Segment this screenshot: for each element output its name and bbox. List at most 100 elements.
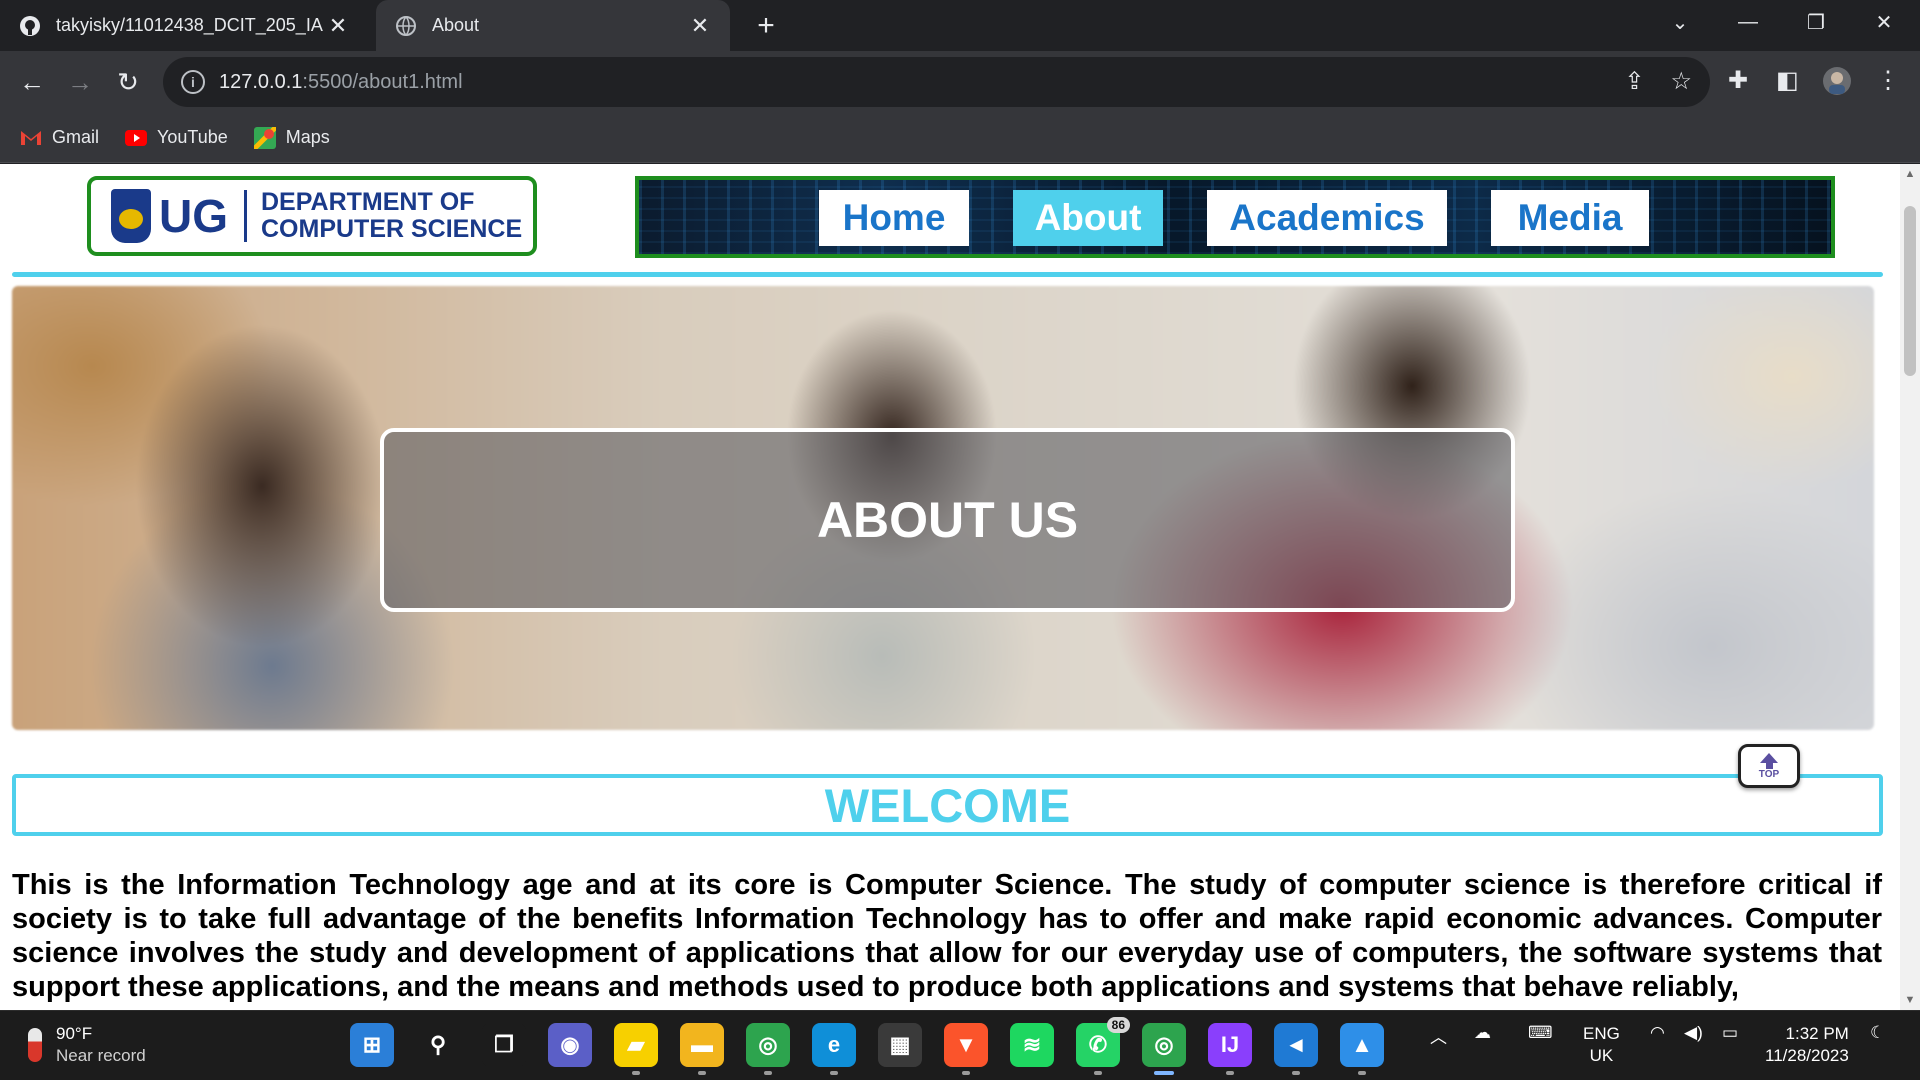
task-view-icon[interactable]: ❐ xyxy=(482,1023,526,1067)
logo-ug-text: UG xyxy=(159,190,247,242)
bookmark-maps[interactable]: Maps xyxy=(253,126,330,149)
notifications-icon[interactable]: ☾ xyxy=(1870,1023,1885,1043)
clock-date: 11/28/2023 xyxy=(1765,1046,1849,1065)
search-glyph: ⚲ xyxy=(429,1032,447,1057)
whatsapp-glyph: ✆ xyxy=(1088,1032,1108,1057)
back-icon[interactable]: ← xyxy=(12,62,52,102)
language-indicator[interactable]: ENG UK xyxy=(1583,1023,1620,1067)
minimize-icon[interactable]: — xyxy=(1720,0,1776,44)
bookmark-gmail[interactable]: Gmail xyxy=(20,127,99,149)
taskbar-apps: ⊞ ⚲ ❐ ◉ ▰ ▬ ◎ e ▦ ▼ ≋ ✆ 86 ◎ IJ ◄ ▲ xyxy=(350,1017,1384,1075)
spotify-glyph: ≋ xyxy=(1022,1032,1042,1057)
forward-icon[interactable]: → xyxy=(60,62,100,102)
page-scrollbar[interactable]: ▲ ▼ xyxy=(1900,164,1920,1010)
site-info-icon[interactable]: i xyxy=(181,70,205,94)
bookmark-label: Maps xyxy=(285,127,330,147)
back-to-top-button[interactable]: TOP xyxy=(1738,744,1800,788)
restore-icon[interactable]: ❐ xyxy=(1788,0,1844,44)
vscode-icon[interactable]: ◄ xyxy=(1274,1023,1318,1075)
department-logo[interactable]: UG DEPARTMENT OF COMPUTER SCIENCE xyxy=(87,176,537,256)
battery-icon[interactable]: ▭ xyxy=(1722,1023,1738,1043)
gmail-icon xyxy=(20,127,42,149)
windows-start-icon[interactable]: ⊞ xyxy=(350,1023,394,1067)
edge-glyph: e xyxy=(827,1032,841,1057)
clock-time: 1:32 PM xyxy=(1785,1024,1849,1043)
maps-icon xyxy=(253,126,276,149)
university-crest-icon xyxy=(111,189,151,243)
task-view-glyph: ❐ xyxy=(494,1032,514,1057)
whatsapp-icon[interactable]: ✆ 86 xyxy=(1076,1017,1130,1075)
system-clock[interactable]: 1:32 PM 11/28/2023 xyxy=(1765,1023,1849,1067)
windows-taskbar: 90°F Near record ⊞ ⚲ ❐ ◉ ▰ ▬ ◎ e ▦ ▼ ≋ ✆ 86 ◎ IJ ◄ ▲ ︿ ☁… xyxy=(0,1010,1920,1080)
close-tab-icon[interactable]: ✕ xyxy=(688,13,712,39)
nav-home-link[interactable]: Home xyxy=(819,190,969,246)
vscode-glyph: ◄ xyxy=(1285,1032,1307,1057)
teams-chat-icon[interactable]: ◉ xyxy=(548,1023,592,1067)
file-explorer-icon[interactable]: ▬ xyxy=(680,1023,724,1075)
share-icon[interactable]: ⇪ xyxy=(1624,67,1644,96)
back-to-top-label: TOP xyxy=(1758,768,1780,780)
site-header: UG DEPARTMENT OF COMPUTER SCIENCE Home A… xyxy=(0,164,1900,274)
thermometer-icon xyxy=(28,1028,42,1062)
search-icon[interactable]: ⚲ xyxy=(416,1023,460,1067)
youtube-icon xyxy=(125,127,148,149)
scroll-down-icon[interactable]: ▼ xyxy=(1900,990,1920,1010)
main-navigation: Home About Academics Media xyxy=(635,176,1835,258)
windows-start-glyph: ⊞ xyxy=(362,1032,382,1057)
brave-glyph: ▼ xyxy=(955,1032,977,1057)
new-tab-button[interactable]: + xyxy=(748,8,784,44)
browser-tab-strip: takyisky/11012438_DCIT_205_IA ✕ About ✕ … xyxy=(0,0,1920,51)
header-divider xyxy=(12,272,1883,277)
weather-condition: Near record xyxy=(56,1046,146,1065)
tab-github[interactable]: takyisky/11012438_DCIT_205_IA ✕ xyxy=(0,0,368,51)
weather-widget[interactable]: 90°F Near record xyxy=(28,1023,146,1067)
keyboard-icon[interactable]: ⌨ xyxy=(1528,1023,1553,1043)
tab-title: About xyxy=(432,15,480,35)
wifi-icon[interactable]: ◠ xyxy=(1650,1023,1665,1043)
tab-search-icon[interactable]: ⌄ xyxy=(1652,0,1708,44)
brave-icon[interactable]: ▼ xyxy=(944,1023,988,1075)
reload-icon[interactable]: ↻ xyxy=(108,62,148,102)
side-panel-icon[interactable]: ◧ xyxy=(1776,66,1799,95)
chrome-icon[interactable]: ◎ xyxy=(746,1023,790,1075)
bookmark-youtube[interactable]: YouTube xyxy=(125,127,228,149)
bookmark-star-icon[interactable]: ☆ xyxy=(1670,67,1692,96)
spotify-icon[interactable]: ≋ xyxy=(1010,1023,1054,1067)
close-window-icon[interactable]: ✕ xyxy=(1856,0,1912,44)
page-viewport: UG DEPARTMENT OF COMPUTER SCIENCE Home A… xyxy=(0,164,1920,1010)
nav-media-link[interactable]: Media xyxy=(1491,190,1649,246)
profile-avatar[interactable] xyxy=(1822,66,1852,103)
welcome-heading-box: WELCOME xyxy=(12,774,1883,836)
hero-title: ABOUT US xyxy=(816,492,1079,548)
microsoft-store-icon[interactable]: ▦ xyxy=(878,1023,922,1067)
intellij-icon[interactable]: IJ xyxy=(1208,1023,1252,1075)
address-bar[interactable]: i 127.0.0.1 :5500/about1.html ⇪ ☆ xyxy=(163,57,1710,107)
chrome-glyph: ◎ xyxy=(758,1032,778,1057)
scrollbar-thumb[interactable] xyxy=(1904,206,1916,376)
file-explorer-glyph: ▬ xyxy=(691,1032,713,1057)
nav-academics-link[interactable]: Academics xyxy=(1207,190,1447,246)
onedrive-icon[interactable]: ☁ xyxy=(1474,1023,1491,1043)
menu-kebab-icon[interactable]: ⋮ xyxy=(1876,66,1900,95)
browser-toolbar: ← → ↻ i 127.0.0.1 :5500/about1.html ⇪ ☆ … xyxy=(0,51,1920,113)
url-path: :5500/about1.html xyxy=(302,70,463,93)
sticky-notes-icon[interactable]: ▰ xyxy=(614,1023,658,1075)
photos-glyph: ▲ xyxy=(1351,1032,1373,1057)
nav-about-link[interactable]: About xyxy=(1013,190,1163,246)
volume-icon[interactable]: ◀) xyxy=(1684,1023,1703,1043)
scroll-up-icon[interactable]: ▲ xyxy=(1900,164,1920,184)
tab-about[interactable]: About ✕ xyxy=(376,0,730,51)
photos-icon[interactable]: ▲ xyxy=(1340,1023,1384,1075)
show-hidden-icons-icon[interactable]: ︿ xyxy=(1430,1023,1447,1048)
extensions-icon[interactable]: ✚ xyxy=(1728,66,1748,95)
logo-department-text: DEPARTMENT OF COMPUTER SCIENCE xyxy=(247,189,522,243)
bookmark-label: YouTube xyxy=(157,127,228,147)
tab-title: takyisky/11012438_DCIT_205_IA xyxy=(56,15,323,35)
edge-icon[interactable]: e xyxy=(812,1023,856,1075)
bookmarks-bar: Gmail YouTube Maps xyxy=(0,113,1920,163)
microsoft-store-glyph: ▦ xyxy=(889,1032,911,1057)
close-tab-icon[interactable]: ✕ xyxy=(326,13,350,39)
chrome-profile-icon[interactable]: ◎ xyxy=(1142,1023,1186,1075)
intellij-glyph: IJ xyxy=(1220,1032,1240,1057)
github-icon xyxy=(18,14,42,38)
